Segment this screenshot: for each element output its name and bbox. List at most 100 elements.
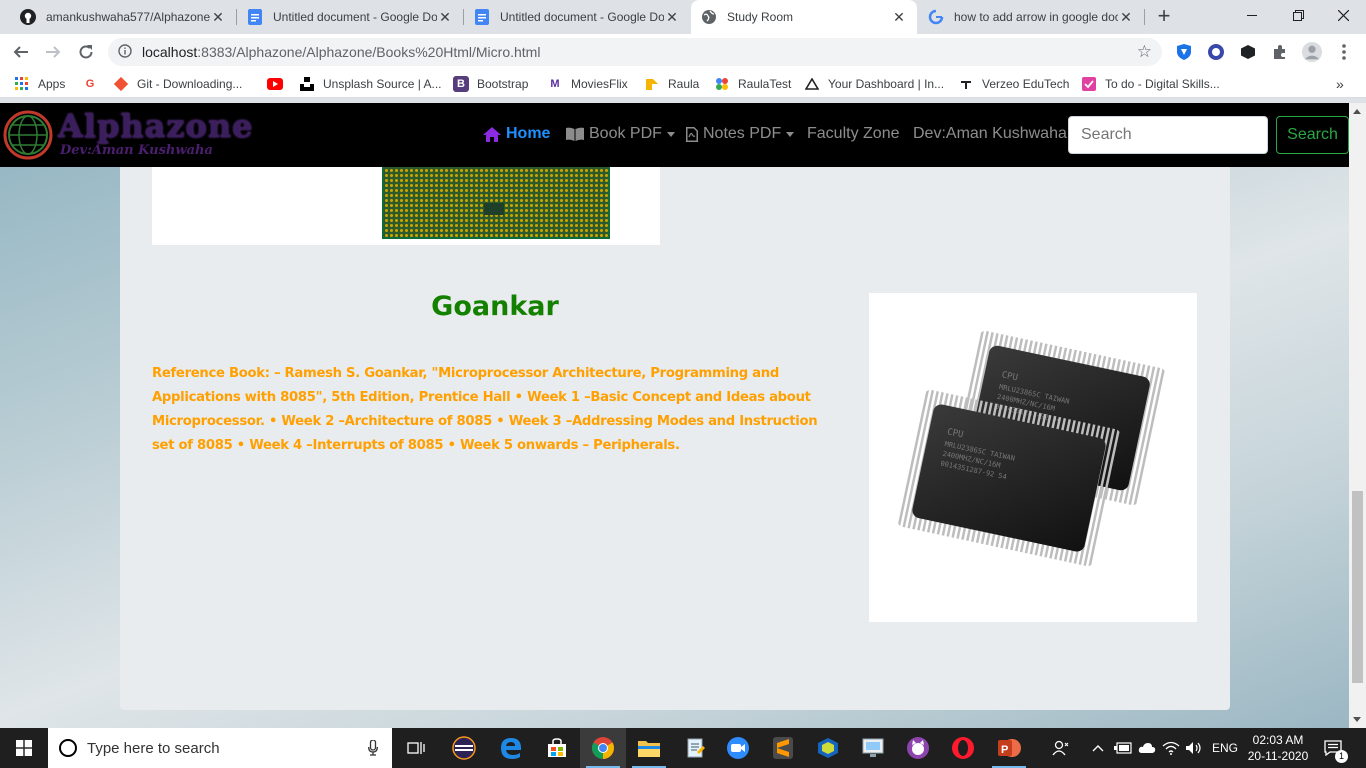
sublime-text-icon[interactable]	[760, 728, 806, 768]
raulatest-icon	[714, 76, 730, 92]
bookmark-google[interactable]: G	[82, 75, 106, 93]
tab-study-room[interactable]: Study Room ✕	[691, 0, 917, 34]
bookmarks-overflow-icon[interactable]: »	[1336, 75, 1344, 93]
bookmark-raulatest[interactable]: RaulaTest	[714, 75, 791, 93]
chrome-icon[interactable]	[580, 728, 626, 768]
address-bar[interactable]: localhost:8383/Alphazone/Alphazone/Books…	[108, 38, 1162, 66]
file-explorer-icon[interactable]	[626, 728, 672, 768]
close-icon[interactable]: ✕	[437, 9, 453, 25]
bookmark-verzeo[interactable]: Verzeo EduTech	[958, 75, 1069, 93]
git-icon	[113, 76, 129, 92]
shield-extension-icon[interactable]	[1174, 42, 1194, 62]
tray-overflow-chevron-icon[interactable]	[1092, 728, 1104, 768]
bookmark-unsplash[interactable]: Unsplash Source | A...	[299, 75, 442, 93]
chevron-down-icon	[786, 131, 795, 137]
microphone-icon[interactable]	[368, 739, 378, 761]
apps-grid-icon	[14, 76, 30, 92]
url-text: localhost:8383/Alphazone/Alphazone/Books…	[142, 44, 540, 60]
close-icon[interactable]: ✕	[1118, 9, 1134, 25]
profile-avatar-icon[interactable]	[1302, 42, 1322, 62]
bookmark-youtube[interactable]	[267, 75, 291, 93]
battery-icon[interactable]	[1114, 728, 1132, 768]
menu-kebab-icon[interactable]	[1334, 42, 1354, 62]
extension-circle-icon[interactable]	[1206, 42, 1226, 62]
system-clock[interactable]: 02:03 AM 20-11-2020	[1240, 732, 1316, 764]
eclipse-icon[interactable]	[441, 728, 487, 768]
tab-title: how to add arrow in google docs	[954, 10, 1118, 24]
zoom-icon[interactable]	[715, 728, 761, 768]
forward-button[interactable]	[41, 40, 65, 64]
bookmark-moviesflix[interactable]: M MoviesFlix	[547, 75, 627, 93]
restore-button[interactable]	[1275, 0, 1321, 30]
task-view-icon[interactable]	[393, 728, 439, 768]
close-window-button[interactable]	[1320, 0, 1366, 30]
raula-icon	[644, 76, 660, 92]
nav-home[interactable]: Home	[483, 125, 550, 143]
powerpoint-icon[interactable]: P	[986, 728, 1032, 768]
notepad-icon[interactable]	[672, 728, 718, 768]
tab-github[interactable]: amankushwaha577/Alphazone ✕	[10, 0, 236, 34]
scroll-up-arrow-icon[interactable]	[1353, 109, 1361, 114]
bookmark-apps[interactable]: Apps	[14, 75, 65, 93]
unsplash-icon	[299, 76, 315, 92]
bookmark-label: Apps	[38, 77, 66, 91]
bookmark-label: Verzeo EduTech	[982, 77, 1070, 91]
virtualbox-icon[interactable]	[805, 728, 851, 768]
nav-notes-pdf[interactable]: Notes PDF	[686, 125, 795, 143]
tab-title: Untitled document - Google Docs	[273, 10, 437, 24]
people-icon[interactable]	[1052, 728, 1070, 768]
close-icon[interactable]: ✕	[891, 9, 907, 25]
bookmark-raula[interactable]: Raula	[644, 75, 699, 93]
tab-google-docs-1[interactable]: Untitled document - Google Docs ✕	[237, 0, 463, 34]
page-viewport: Goankar Reference Book: – Ramesh S. Goan…	[0, 103, 1349, 728]
globe-logo-icon[interactable]	[2, 109, 54, 161]
nav-faculty-zone[interactable]: Faculty Zone	[807, 125, 899, 143]
close-icon[interactable]: ✕	[210, 9, 226, 25]
windows-start-button[interactable]	[0, 728, 48, 768]
tab-google-search[interactable]: how to add arrow in google docs ✕	[918, 0, 1144, 34]
opera-icon[interactable]	[940, 728, 986, 768]
bookmark-bootstrap[interactable]: B Bootstrap	[453, 75, 528, 93]
scroll-down-arrow-icon[interactable]	[1353, 717, 1361, 722]
new-tab-button[interactable]: +	[1152, 5, 1176, 29]
minimize-button[interactable]	[1229, 0, 1275, 30]
bookmark-dashboard[interactable]: Your Dashboard | In...	[804, 75, 944, 93]
remote-desktop-icon[interactable]	[850, 728, 896, 768]
logo-title[interactable]: Alphazone	[58, 107, 254, 145]
logo-subtitle: Dev:Aman Kushwaha	[60, 143, 213, 158]
page-scrollbar[interactable]	[1349, 103, 1366, 728]
site-search-button[interactable]: Search	[1276, 116, 1349, 154]
scrollbar-thumb[interactable]	[1352, 491, 1363, 683]
nav-book-pdf[interactable]: Book PDF	[566, 125, 675, 143]
wifi-icon[interactable]	[1162, 728, 1180, 768]
reload-button[interactable]	[74, 40, 98, 64]
nav-dev[interactable]: Dev:Aman Kushwaha	[913, 125, 1067, 143]
github-desktop-icon[interactable]	[895, 728, 941, 768]
puzzle-extensions-icon[interactable]	[1270, 42, 1290, 62]
bookmark-todo[interactable]: To do - Digital Skills...	[1081, 75, 1220, 93]
bookmark-star-icon[interactable]: ☆	[1137, 42, 1152, 62]
google-icon	[928, 9, 944, 25]
site-search-input[interactable]	[1068, 116, 1268, 154]
google-icon: G	[85, 78, 95, 90]
microsoft-store-icon[interactable]	[534, 728, 580, 768]
google-docs-icon	[247, 9, 263, 25]
tab-google-docs-2[interactable]: Untitled document - Google Docs ✕	[464, 0, 690, 34]
edge-browser-icon[interactable]	[488, 728, 534, 768]
notification-center-icon[interactable]: 1	[1324, 728, 1348, 768]
github-icon	[20, 9, 36, 25]
dashboard-icon	[804, 76, 820, 92]
info-icon[interactable]	[118, 44, 132, 63]
site-navbar: Alphazone Dev:Aman Kushwaha Home Book PD…	[0, 103, 1349, 167]
bookmark-git[interactable]: Git - Downloading...	[113, 75, 242, 93]
onedrive-cloud-icon[interactable]	[1138, 728, 1156, 768]
cube-extension-icon[interactable]	[1238, 42, 1258, 62]
language-indicator[interactable]: ENG	[1212, 728, 1238, 768]
book-icon	[566, 127, 584, 141]
taskbar-search-box[interactable]: Type here to search	[48, 728, 392, 768]
volume-icon[interactable]	[1185, 728, 1203, 768]
bookmark-label: Git - Downloading...	[137, 77, 243, 91]
pdf-file-icon	[686, 126, 698, 142]
close-icon[interactable]: ✕	[664, 9, 680, 25]
back-button[interactable]	[9, 40, 33, 64]
